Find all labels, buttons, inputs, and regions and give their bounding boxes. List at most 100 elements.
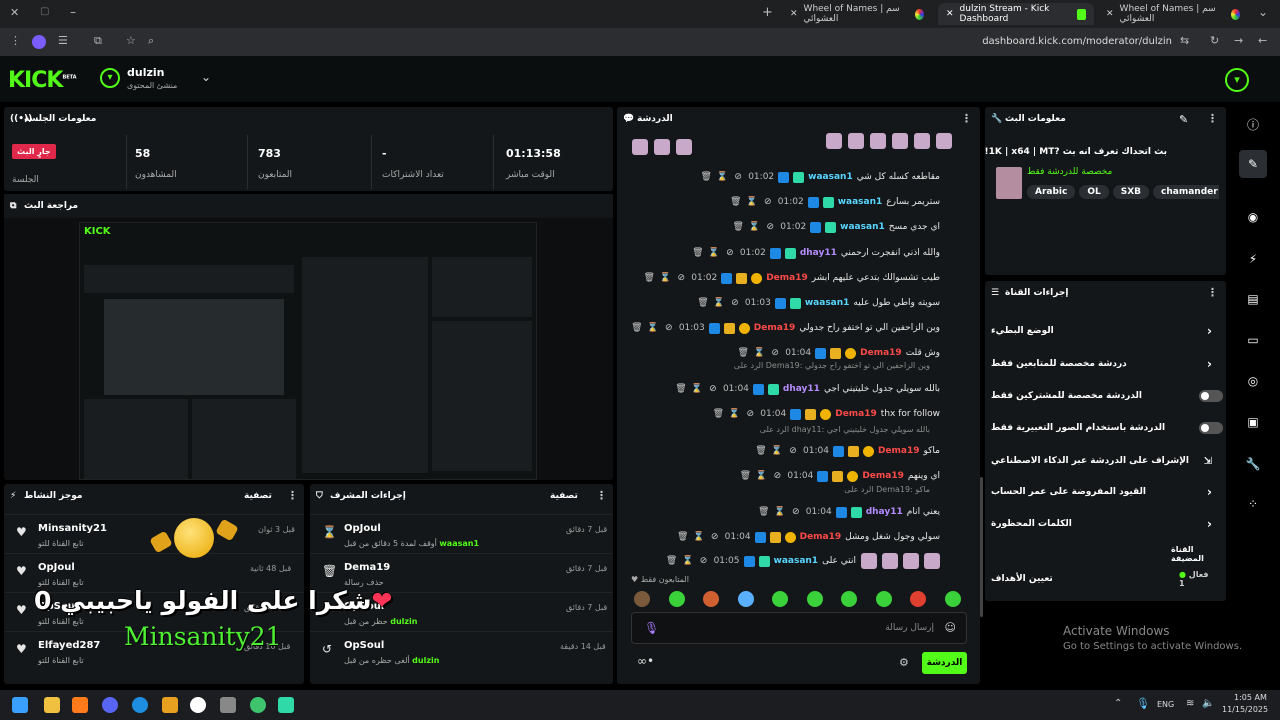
ban-icon[interactable]: ⊘ <box>762 196 774 208</box>
document-icon[interactable]: ▤ <box>1239 285 1267 313</box>
blocked-words-row[interactable]: › الكلمات المحظورة <box>991 513 1212 535</box>
ban-icon[interactable]: ⊘ <box>707 383 719 395</box>
ban-icon[interactable]: ⊘ <box>724 247 736 259</box>
subscribers-only-toggle[interactable] <box>1199 390 1223 402</box>
trash-icon[interactable]: 🗑 <box>677 531 689 543</box>
tab-wheel-of-names-1[interactable]: ✕ Wheel of Names | سم العشوائي <box>782 3 932 25</box>
chat-send-button[interactable]: الدردشة <box>922 652 967 674</box>
ban-icon[interactable]: ⊘ <box>675 272 687 284</box>
hourglass-icon[interactable]: ⌛ <box>746 196 758 208</box>
chat-username[interactable]: Dema19 <box>835 409 877 419</box>
slow-mode-row[interactable]: › الوضع البطيء <box>991 320 1212 342</box>
tag-chip[interactable]: SXB <box>1112 185 1150 199</box>
hourglass-icon[interactable]: ⌛ <box>753 347 765 359</box>
ai-moderation-row[interactable]: ⇲ الإشراف على الدردشة عبر الذكاء الاصطناع… <box>991 450 1212 472</box>
trash-icon[interactable]: 🗑 <box>643 272 655 284</box>
menu-dots-icon[interactable]: ⋮ <box>10 34 21 47</box>
quick-emote[interactable] <box>875 591 892 607</box>
category-thumbnail[interactable] <box>996 167 1022 199</box>
tab-close-icon[interactable]: ✕ <box>1106 9 1114 19</box>
chat-username[interactable]: waasan1 <box>805 298 850 308</box>
chat-username[interactable]: Dema19 <box>800 532 842 542</box>
activity-filter-button[interactable]: تصفية <box>244 491 272 501</box>
ban-icon[interactable]: ⊘ <box>698 555 710 567</box>
chat-input[interactable]: 🎙 إرسال رسالة ☺ <box>631 612 967 644</box>
app-icon[interactable] <box>278 697 294 713</box>
quick-emote[interactable] <box>910 591 926 607</box>
hourglass-icon[interactable]: ⌛ <box>716 171 728 183</box>
stream-video[interactable]: KICK <box>79 222 537 480</box>
tag-chip[interactable]: chamander <box>1153 185 1219 199</box>
bookmark-star-icon[interactable]: ☆ <box>126 34 136 47</box>
ban-icon[interactable]: ⊘ <box>709 531 721 543</box>
hourglass-icon[interactable]: ⌛ <box>693 531 705 543</box>
hourglass-icon[interactable]: ⌛ <box>728 408 740 420</box>
tab-close-icon[interactable]: ✕ <box>790 9 798 19</box>
emotes-only-toggle[interactable] <box>1199 422 1223 434</box>
quick-emote[interactable] <box>737 591 754 607</box>
ban-icon[interactable]: ⊘ <box>771 470 783 482</box>
trash-icon[interactable]: 🗑 <box>730 196 742 208</box>
clock-time[interactable]: 1:05 AM <box>1234 693 1267 702</box>
ban-icon[interactable]: ⊘ <box>764 221 776 233</box>
trash-icon[interactable]: 🗑 <box>697 297 709 309</box>
menu-dots-icon[interactable]: ⋮ <box>1207 112 1218 125</box>
chat-username[interactable]: waasan1 <box>840 222 885 232</box>
forward-icon[interactable]: → <box>1234 34 1243 47</box>
chat-bubble-icon[interactable]: ▭ <box>1239 326 1267 354</box>
app-icon[interactable] <box>72 697 88 713</box>
info-icon[interactable]: ⓘ <box>1239 110 1267 138</box>
volume-icon[interactable]: 🔈 <box>1202 698 1214 709</box>
tune-icon[interactable]: ☰ <box>58 34 68 47</box>
tab-kick-dashboard[interactable]: ✕ dulzin Stream - Kick Dashboard <box>938 3 1094 25</box>
apps-icon[interactable]: ⁘ <box>1239 490 1267 518</box>
channel-avatar[interactable]: ▾ <box>100 68 120 88</box>
ban-icon[interactable]: ⊘ <box>769 347 781 359</box>
hourglass-icon[interactable]: ⌛ <box>647 322 659 334</box>
file-explorer-icon[interactable] <box>44 697 60 713</box>
zoom-icon[interactable]: ⌕ <box>148 34 154 48</box>
quick-emote[interactable] <box>944 591 961 607</box>
emotes-only-row[interactable]: الدردشة باستخدام الصور التعبيرية فقط <box>991 417 1223 439</box>
menu-dots-icon[interactable]: ⋮ <box>287 489 298 502</box>
discord-icon[interactable] <box>102 697 118 713</box>
restore-window-icon[interactable]: ▢ <box>40 6 49 17</box>
layout-icon[interactable]: ▣ <box>1239 408 1267 436</box>
ban-icon[interactable]: ⊘ <box>729 297 741 309</box>
chat-scrollbar[interactable] <box>980 477 983 617</box>
user-avatar[interactable]: ▾ <box>1225 68 1249 92</box>
chat-username[interactable]: Dema19 <box>862 471 904 481</box>
quick-emote[interactable] <box>703 591 719 607</box>
chat-username[interactable]: waasan1 <box>774 556 819 566</box>
chat-username[interactable]: dhay11 <box>866 507 903 517</box>
hourglass-icon[interactable]: ⌛ <box>774 506 786 518</box>
microphone-icon[interactable]: 🎙 <box>1136 697 1150 710</box>
menu-dots-icon[interactable]: ⋮ <box>961 112 972 125</box>
quick-emote[interactable] <box>806 591 823 607</box>
ban-icon[interactable]: ⊘ <box>663 322 675 334</box>
account-age-row[interactable]: › القيود المفروضة على عمر الحساب <box>991 481 1212 503</box>
chat-username[interactable]: dhay11 <box>783 384 820 394</box>
subscribers-only-row[interactable]: الدردشة مخصصة للمشتركين فقط <box>991 385 1223 407</box>
chat-extras-icon[interactable]: ∞• <box>637 654 654 668</box>
stream-category[interactable]: مخصصة للدردشة فقط <box>1027 167 1112 177</box>
emoji-icon[interactable]: ☺ <box>945 621 956 634</box>
chat-username[interactable]: waasan1 <box>838 197 883 207</box>
hourglass-icon[interactable]: ⌛ <box>708 247 720 259</box>
reload-icon[interactable]: ↻ <box>1210 34 1219 47</box>
start-icon[interactable] <box>12 697 28 713</box>
quick-emote[interactable] <box>772 591 788 607</box>
site-settings-icon[interactable]: ⇆ <box>1180 34 1189 47</box>
hourglass-icon[interactable]: ⌛ <box>659 272 671 284</box>
mod-filter-button[interactable]: تصفية <box>550 491 578 501</box>
edit-pencil-icon[interactable]: ✎ <box>1179 113 1188 126</box>
quick-emote[interactable] <box>634 591 650 607</box>
language-indicator[interactable]: ENG <box>1157 700 1174 709</box>
profile-avatar[interactable] <box>32 35 46 49</box>
trash-icon[interactable]: 🗑 <box>755 445 767 457</box>
ban-icon[interactable]: ⊘ <box>790 506 802 518</box>
kick-logo[interactable]: KICKBETA <box>8 68 77 93</box>
app-icon[interactable] <box>220 697 236 713</box>
channel-switch-chevron-down-icon[interactable]: ⌄ <box>201 70 211 84</box>
trash-icon[interactable]: 🗑 <box>692 247 704 259</box>
